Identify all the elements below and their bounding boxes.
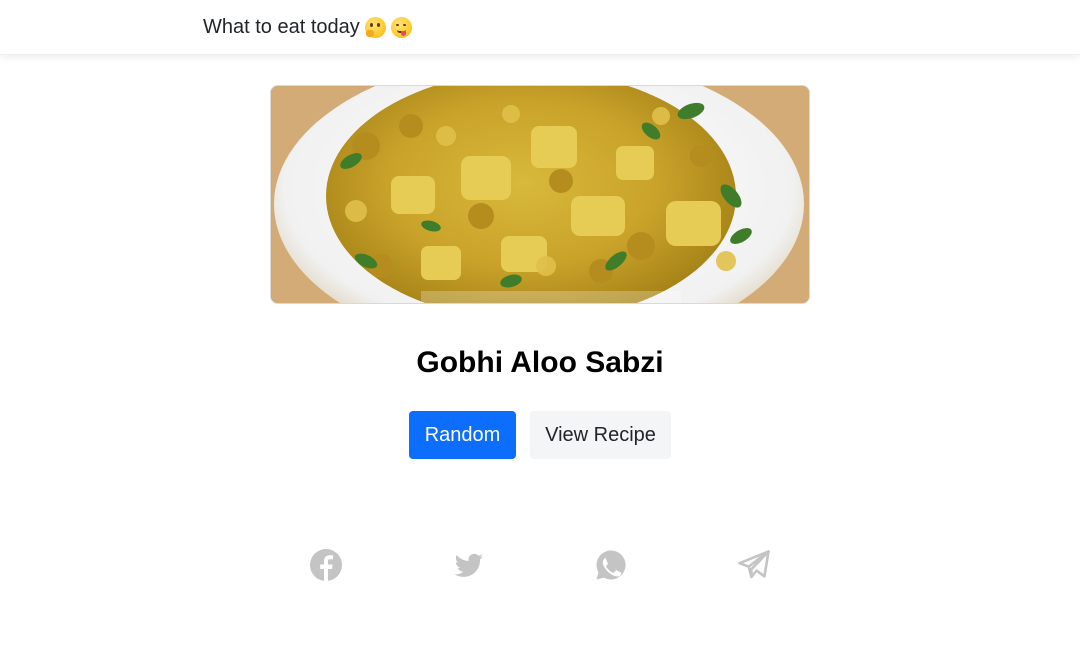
dish-title: Gobhi Aloo Sabzi: [416, 346, 664, 379]
dish-photo: [271, 86, 809, 303]
telegram-icon: [738, 550, 770, 579]
telegram-share-link[interactable]: [737, 548, 771, 582]
whatsapp-share-link[interactable]: [594, 548, 628, 582]
random-button[interactable]: Random: [409, 411, 516, 459]
thinking-face-icon: [364, 16, 386, 38]
face-savoring-food-icon: [390, 16, 412, 38]
twitter-share-link[interactable]: [452, 548, 486, 582]
brand-text: What to eat today: [203, 16, 360, 38]
view-recipe-button[interactable]: View Recipe: [530, 411, 671, 459]
navbar: What to eat today: [0, 0, 1080, 55]
facebook-share-link[interactable]: [309, 548, 343, 582]
whatsapp-icon: [596, 550, 626, 580]
dish-image: [270, 85, 810, 304]
twitter-icon: [454, 553, 483, 577]
facebook-icon: [310, 549, 342, 582]
brand[interactable]: What to eat today: [203, 13, 412, 41]
